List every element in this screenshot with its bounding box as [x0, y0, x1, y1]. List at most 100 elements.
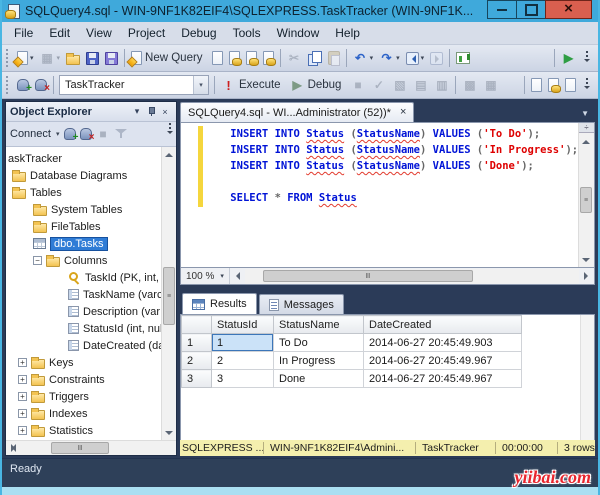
available-databases-combo[interactable]: TaskTracker ▾: [59, 75, 209, 95]
change-connection-icon[interactable]: ×: [32, 74, 50, 96]
expand-icon[interactable]: +: [18, 375, 27, 384]
scroll-right-icon[interactable]: [6, 441, 20, 455]
editor-vertical-scrollbar[interactable]: ÷ ≡: [578, 123, 594, 267]
pin-icon[interactable]: [144, 106, 158, 117]
grid-cell[interactable]: 3: [211, 369, 274, 388]
tree-item-database-diagrams[interactable]: Database Diagrams: [6, 167, 161, 184]
close-button[interactable]: [545, 0, 592, 19]
xmla-query-icon[interactable]: [260, 47, 277, 69]
pane-splitter[interactable]: [180, 285, 595, 293]
scroll-down-icon[interactable]: [579, 253, 593, 267]
tree-item-constraints[interactable]: + Constraints: [6, 371, 161, 388]
connect-server-icon[interactable]: +: [63, 128, 79, 143]
column-header-statusname[interactable]: StatusName: [273, 315, 364, 334]
tree-item-taskname-varc[interactable]: TaskName (varc: [6, 286, 161, 303]
menu-help[interactable]: Help: [327, 23, 368, 43]
tree-item-taskid-pk-int-n[interactable]: TaskId (PK, int, n: [6, 269, 161, 286]
results-to-text-icon[interactable]: [528, 74, 545, 96]
expand-icon[interactable]: +: [18, 426, 27, 435]
row-header[interactable]: 1: [181, 333, 212, 352]
results-vertical-scrollbar[interactable]: [580, 315, 594, 440]
expand-icon[interactable]: +: [18, 392, 27, 401]
grid-cell[interactable]: 2014-06-27 20:45:49.967: [363, 351, 522, 370]
grid-cell[interactable]: In Progress: [273, 351, 364, 370]
tree-item-keys[interactable]: + Keys: [6, 354, 161, 371]
menu-project[interactable]: Project: [120, 23, 173, 43]
editor-code[interactable]: INSERT INTO Status (StatusName) VALUES (…: [205, 123, 578, 267]
activity-monitor-icon[interactable]: [453, 47, 473, 69]
scroll-up-icon[interactable]: [579, 134, 593, 148]
grid-cell[interactable]: 2014-06-27 20:45:49.903: [363, 333, 522, 352]
splitter-handle-icon[interactable]: ÷: [579, 123, 594, 133]
menu-tools[interactable]: Tools: [225, 23, 269, 43]
menu-file[interactable]: File: [6, 23, 41, 43]
scroll-down-icon[interactable]: [162, 426, 176, 440]
expand-icon[interactable]: +: [18, 409, 27, 418]
grid-cell[interactable]: To Do: [273, 333, 364, 352]
scroll-up-icon[interactable]: [162, 147, 176, 161]
tree-item-tables[interactable]: Tables: [6, 184, 161, 201]
menu-debug[interactable]: Debug: [173, 23, 224, 43]
menu-edit[interactable]: Edit: [41, 23, 78, 43]
copy-icon[interactable]: [305, 47, 325, 69]
dmx-query-icon[interactable]: [243, 47, 260, 69]
zoom-control[interactable]: 100 % ▾: [181, 268, 230, 284]
scrollbar-thumb[interactable]: Ⅲ: [262, 269, 473, 282]
editor-horizontal-scrollbar[interactable]: Ⅲ: [244, 268, 579, 284]
connect-button[interactable]: Connect ▾: [10, 128, 60, 140]
row-header[interactable]: 3: [181, 369, 212, 388]
tree-item-indexes[interactable]: + Indexes: [6, 405, 161, 422]
debug-button[interactable]: ▶ Debug: [287, 74, 348, 96]
active-files-chevron-icon[interactable]: ▼: [581, 109, 595, 122]
minimize-button[interactable]: [487, 0, 517, 19]
column-header-statusid[interactable]: StatusId: [211, 315, 274, 334]
column-header-datecreated[interactable]: DateCreated: [363, 315, 522, 334]
scroll-right-icon[interactable]: [579, 269, 594, 284]
toolbar-options-icon[interactable]: [165, 122, 175, 138]
toolbar-options-icon[interactable]: [579, 74, 595, 96]
menu-window[interactable]: Window: [269, 23, 328, 43]
menu-view[interactable]: View: [78, 23, 120, 43]
tree-item-asktracker[interactable]: askTracker: [6, 150, 161, 167]
tree-item-description-var[interactable]: Description (var: [6, 303, 161, 320]
results-to-file-icon[interactable]: [562, 74, 579, 96]
tree-item-columns[interactable]: − Columns: [6, 252, 161, 269]
grid-cell[interactable]: 1: [211, 333, 274, 352]
scrollbar-thumb[interactable]: ≡: [163, 267, 175, 325]
tree-item-dbo-tasks[interactable]: dbo.Tasks: [6, 235, 161, 252]
navigate-backward-icon[interactable]: ▾: [403, 47, 428, 69]
grid-cell[interactable]: 2014-06-27 20:45:49.967: [363, 369, 522, 388]
disconnect-server-icon[interactable]: ×: [79, 128, 95, 143]
panel-close-icon[interactable]: ×: [158, 107, 172, 117]
maximize-button[interactable]: [516, 0, 546, 19]
save-all-icon[interactable]: [102, 47, 121, 69]
redo-icon[interactable]: ↷ ▾: [376, 47, 403, 69]
new-query-button[interactable]: New Query: [128, 47, 209, 69]
scrollbar-thumb[interactable]: Ⅲ: [51, 442, 109, 454]
tree-item-system-tables[interactable]: System Tables: [6, 201, 161, 218]
connect-icon[interactable]: +: [14, 74, 32, 96]
collapse-icon[interactable]: −: [33, 256, 42, 265]
tree-vertical-scrollbar[interactable]: ≡: [161, 147, 176, 440]
open-file-icon[interactable]: [63, 47, 83, 69]
mdx-query-icon[interactable]: [226, 47, 243, 69]
tree-item-triggers[interactable]: + Triggers: [6, 388, 161, 405]
tree-horizontal-scrollbar[interactable]: Ⅲ: [6, 440, 176, 455]
toolbar-options-icon[interactable]: [579, 47, 595, 69]
tree-item-statistics[interactable]: + Statistics: [6, 422, 161, 439]
results-to-grid-icon[interactable]: [545, 74, 562, 96]
query-editor[interactable]: INSERT INTO Status (StatusName) VALUES (…: [180, 122, 595, 268]
grid-cell[interactable]: 2: [211, 351, 274, 370]
tab-results[interactable]: Results: [182, 293, 257, 314]
tree-item-datecreated-da[interactable]: DateCreated (da: [6, 337, 161, 354]
undo-icon[interactable]: ↶ ▾: [350, 47, 377, 69]
editor-tab[interactable]: SQLQuery4.sql - WI...Administrator (52))…: [180, 102, 415, 122]
tab-close-icon[interactable]: ×: [400, 107, 406, 118]
tree-item-statusid-int-nul[interactable]: StatusId (int, nul: [6, 320, 161, 337]
execute-button[interactable]: ! Execute: [218, 74, 287, 96]
scroll-left-icon[interactable]: [230, 269, 245, 284]
expand-icon[interactable]: +: [18, 358, 27, 367]
tree-item-filetables[interactable]: FileTables: [6, 218, 161, 235]
database-engine-query-icon[interactable]: [209, 47, 226, 69]
start-debugging-icon[interactable]: ▶: [558, 47, 579, 69]
